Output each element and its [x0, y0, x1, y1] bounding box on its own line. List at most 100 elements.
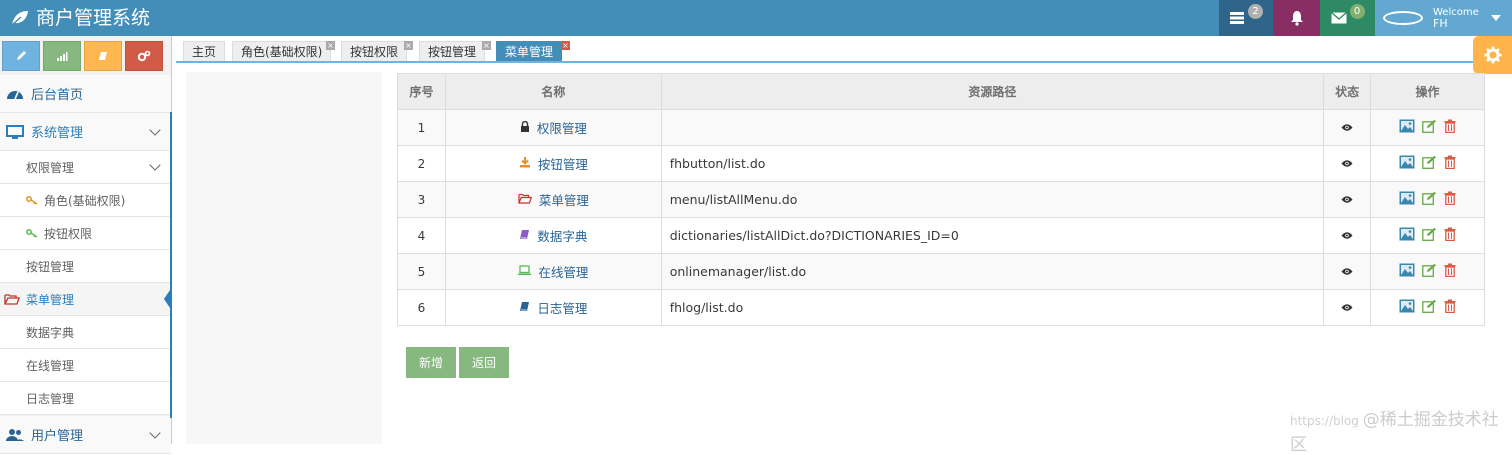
- sidebar-item-dict[interactable]: 数据字典: [0, 316, 171, 349]
- tab-underline: [176, 61, 1476, 63]
- sidebar-item-menu-mgmt[interactable]: 菜单管理: [0, 283, 172, 316]
- sidebar-item-system[interactable]: 系统管理: [0, 113, 171, 151]
- user-menu[interactable]: Welcome FH: [1375, 0, 1512, 36]
- shortcut-cogs[interactable]: [125, 41, 163, 71]
- add-button[interactable]: 新增: [406, 347, 456, 378]
- picture-icon[interactable]: [1399, 227, 1415, 241]
- shortcut-signal[interactable]: [43, 41, 81, 71]
- menu-name-text: 按钮管理: [537, 157, 588, 172]
- cell-name: 权限管理: [444, 109, 662, 146]
- trash-icon[interactable]: [1444, 191, 1456, 205]
- picture-icon[interactable]: [1399, 191, 1415, 205]
- cell-no: 2: [397, 145, 446, 182]
- menu-name-text: 在线管理: [538, 265, 589, 280]
- picture-icon[interactable]: [1399, 299, 1415, 313]
- sidebar-item-role[interactable]: 角色(基础权限): [0, 184, 171, 217]
- trash-icon[interactable]: [1444, 155, 1456, 169]
- col-header-no: 序号: [397, 73, 446, 110]
- trash-icon[interactable]: [1444, 119, 1456, 133]
- messages-button[interactable]: 0: [1320, 0, 1375, 36]
- picture-icon[interactable]: [1399, 263, 1415, 277]
- sidebar-item-label: 数据字典: [26, 325, 75, 340]
- sidebar-item-label: 用户管理: [31, 429, 84, 444]
- col-header-path: 资源路径: [660, 73, 1325, 110]
- sidebar-item-perm[interactable]: 权限管理: [0, 151, 171, 184]
- sidebar-item-label: 角色(基础权限): [44, 193, 126, 208]
- table-row: 6 日志管理 fhlog/list.do: [397, 289, 1485, 326]
- cell-path: [660, 109, 1325, 146]
- menu-name-link[interactable]: 按钮管理: [519, 154, 588, 173]
- tab-menu-mgmt[interactable]: 菜单管理: [496, 41, 563, 62]
- trash-icon[interactable]: [1444, 299, 1456, 313]
- table-row: 1 权限管理: [397, 109, 1485, 146]
- tab-role[interactable]: 角色(基础权限): [232, 41, 332, 62]
- settings-button[interactable]: [1473, 36, 1512, 74]
- cell-no: 5: [397, 253, 446, 290]
- bell-icon: [1290, 11, 1303, 26]
- tab-button-mgmt[interactable]: 按钮管理: [419, 41, 486, 62]
- sidebar-item-button-mgmt[interactable]: 按钮管理: [0, 250, 171, 283]
- eye-icon[interactable]: [1341, 159, 1353, 168]
- picture-icon[interactable]: [1399, 155, 1415, 169]
- lock-icon: [520, 120, 530, 135]
- cell-actions: [1370, 181, 1485, 218]
- shortcut-book[interactable]: [84, 41, 122, 71]
- picture-icon[interactable]: [1399, 119, 1415, 133]
- folder-open-icon: [518, 193, 532, 207]
- sidebar-shortcuts: [0, 36, 171, 76]
- menu-name-text: 菜单管理: [538, 193, 589, 208]
- col-header-actions: 操作: [1370, 73, 1485, 110]
- menu-name-link[interactable]: 日志管理: [519, 298, 587, 317]
- menu-name-link[interactable]: 数据字典: [519, 226, 587, 245]
- cell-name: 数据字典: [444, 217, 662, 254]
- cogs-icon: [137, 50, 151, 62]
- tab-home[interactable]: 主页: [183, 41, 226, 62]
- close-icon[interactable]: ×: [404, 41, 413, 50]
- close-icon[interactable]: ×: [326, 41, 335, 50]
- sidebar-item-home[interactable]: 后台首页: [0, 75, 171, 113]
- back-button[interactable]: 返回: [459, 347, 509, 378]
- cell-no: 6: [397, 289, 446, 326]
- notifications-button[interactable]: [1273, 0, 1320, 36]
- table-row: 2 按钮管理 fhbutton/list.do: [397, 145, 1485, 182]
- cell-name: 菜单管理: [444, 181, 662, 218]
- signal-icon: [57, 52, 68, 61]
- trash-icon[interactable]: [1444, 263, 1456, 277]
- close-icon[interactable]: ×: [482, 41, 491, 50]
- sidebar: 后台首页 系统管理 权限管理 角色(基础权限) 按钮权限 按钮管理 菜单管理 数…: [0, 36, 172, 454]
- cell-name: 按钮管理: [444, 145, 662, 182]
- cell-path: fhbutton/list.do: [660, 145, 1325, 182]
- edit-icon[interactable]: [1422, 191, 1437, 205]
- cell-status: [1323, 217, 1372, 254]
- edit-icon[interactable]: [1422, 227, 1437, 241]
- brand[interactable]: 商户管理系统: [10, 0, 150, 36]
- sidebar-item-online[interactable]: 在线管理: [0, 349, 171, 382]
- leaf-icon: [11, 11, 28, 26]
- tasks-button[interactable]: 2: [1219, 0, 1273, 36]
- menu-name-link[interactable]: 权限管理: [520, 118, 587, 137]
- eye-icon[interactable]: [1341, 303, 1353, 312]
- edit-icon[interactable]: [1422, 119, 1437, 133]
- trash-icon[interactable]: [1444, 227, 1456, 241]
- sidebar-item-log[interactable]: 日志管理: [0, 382, 171, 415]
- desktop-icon: [4, 124, 26, 139]
- menu-name-link[interactable]: 在线管理: [518, 262, 588, 281]
- sidebar-item-button-perm[interactable]: 按钮权限: [0, 217, 171, 250]
- edit-icon[interactable]: [1422, 299, 1437, 313]
- sidebar-item-users[interactable]: 用户管理: [0, 416, 171, 454]
- chevron-down-icon: [149, 159, 161, 171]
- edit-icon[interactable]: [1422, 263, 1437, 277]
- tab-button-perm[interactable]: 按钮权限: [341, 41, 408, 62]
- book-icon: [99, 52, 107, 60]
- close-icon[interactable]: ×: [561, 41, 570, 50]
- menu-name-link[interactable]: 菜单管理: [518, 190, 589, 209]
- eye-icon[interactable]: [1341, 195, 1353, 204]
- eye-icon[interactable]: [1341, 123, 1353, 132]
- col-header-status: 状态: [1323, 73, 1372, 110]
- top-navbar: 商户管理系统 2 0 Welcome FH: [0, 0, 1512, 36]
- cell-name: 在线管理: [444, 253, 662, 290]
- edit-icon[interactable]: [1422, 155, 1437, 169]
- eye-icon[interactable]: [1341, 231, 1353, 240]
- eye-icon[interactable]: [1341, 267, 1353, 276]
- shortcut-pencil[interactable]: [2, 41, 40, 71]
